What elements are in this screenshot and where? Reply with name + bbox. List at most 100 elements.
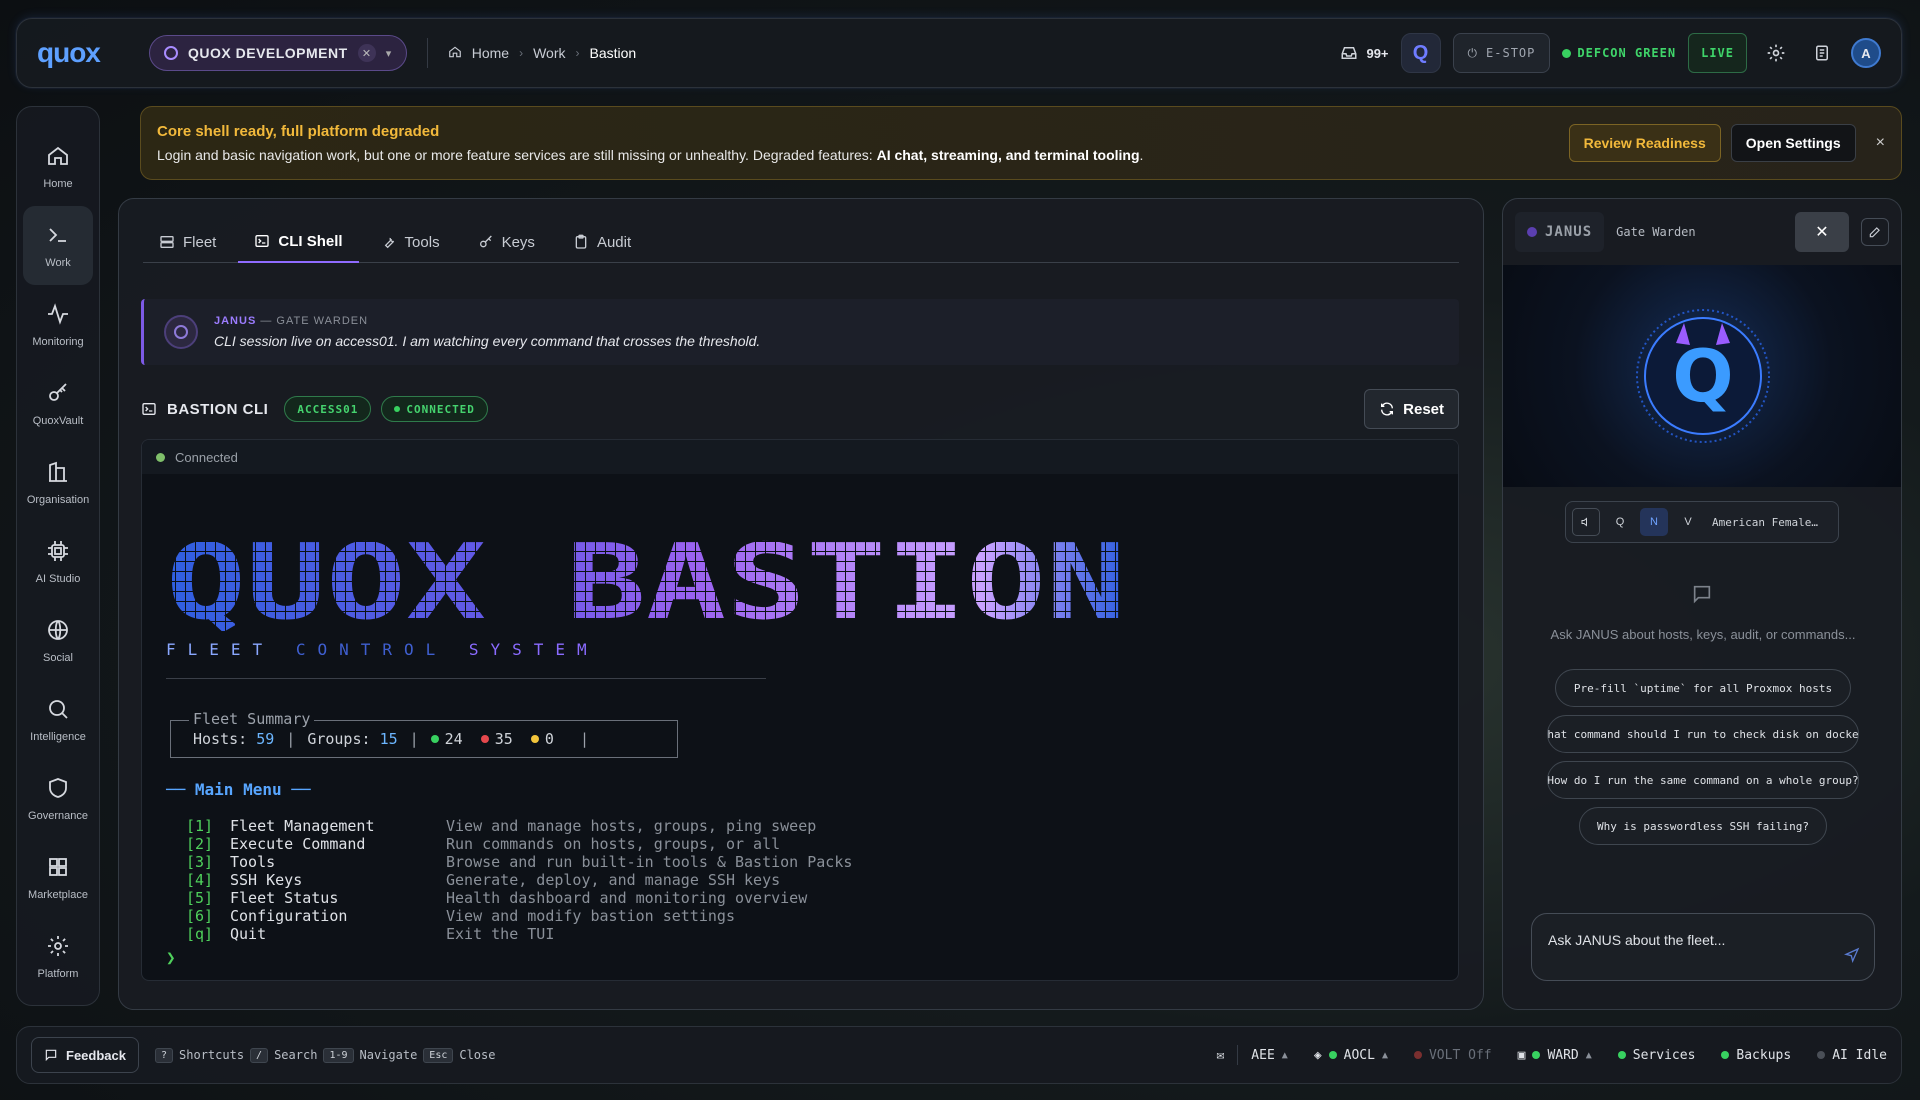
cli-header: BASTION CLI ACCESS01 CONNECTED Reset [141,389,1459,429]
project-selector[interactable]: QUOX DEVELOPMENT ✕ ▾ [149,35,407,71]
sidebar-item-social[interactable]: Social [23,601,93,680]
speaker-icon[interactable] [1572,508,1600,536]
janus-name-badge: JANUS [1515,212,1605,252]
key-icon [479,235,492,248]
janus-panel: JANUS Gate Warden ✕ Q Q N V American Fem… [1502,198,1902,1010]
sidebar-item-platform[interactable]: Platform [23,917,93,996]
voice-select[interactable]: American Female… [1712,516,1818,529]
status-badge: CONNECTED [381,396,488,422]
quox-assistant-button[interactable]: Q [1400,33,1441,73]
sidebar-item-governance[interactable]: Governance [23,759,93,838]
menu-item[interactable]: [3] Tools Browse and run built-in tools & … [186,853,852,871]
sidebar-item-home[interactable]: Home [23,127,93,206]
layers-icon: ◈ [1313,1047,1322,1063]
sidebar-item-label: QuoxVault [32,414,84,427]
sidebar-item-marketplace[interactable]: Marketplace [23,838,93,917]
feedback-button[interactable]: Feedback [31,1037,139,1073]
suggestion-chip[interactable]: Pre-fill `uptime` for all Proxmox hosts [1555,669,1851,707]
main-menu-title: ── Main Menu ── [166,780,311,799]
host-badge: ACCESS01 [284,396,372,422]
tab-cli-shell[interactable]: CLI Shell [238,221,359,263]
tab-audit[interactable]: Audit [557,221,647,263]
voice-mode-n[interactable]: N [1640,508,1668,536]
avatar[interactable]: A [1851,38,1881,68]
tab-fleet[interactable]: Fleet [143,221,232,263]
sidebar-item-quoxvault[interactable]: QuoxVault [23,364,93,443]
volt-status[interactable]: VOLT Off [1413,1048,1492,1063]
banner-title: Core shell ready, full platform degraded [157,123,440,140]
ascii-banner: QUOX BASTION [166,532,1126,632]
voice-controls: Q N V American Female… [1565,501,1839,543]
sidebar-item-work[interactable]: Work [23,206,93,285]
live-badge[interactable]: LIVE [1688,33,1747,73]
chevron-right-icon: › [519,46,524,60]
ward-status[interactable]: ▣ WARD ▲ [1518,1048,1592,1063]
gear-icon [1767,44,1785,62]
menu-item[interactable]: [6] Configuration View and modify bastion … [186,907,852,925]
bastion-panel: Fleet CLI Shell Tools Keys Audit JANUS —… [118,198,1484,1010]
estop-button[interactable]: ⏻ E-STOP [1452,33,1551,73]
backups-status[interactable]: Backups [1721,1048,1791,1063]
close-icon[interactable]: ✕ [1795,212,1849,252]
tab-label: Audit [596,233,632,251]
inbox-button[interactable]: 99+ [1340,44,1389,62]
menu-item[interactable]: [q] Quit Exit the TUI [186,925,852,943]
edit-icon[interactable] [1861,218,1889,246]
janus-chat-input[interactable]: Ask JANUS about the fleet... [1531,913,1875,981]
shield-icon [49,777,67,798]
hosts-count: 59 [256,730,275,748]
status-dot [1562,48,1572,58]
defcon-status[interactable]: DEFCON GREEN [1562,46,1676,60]
services-status[interactable]: Services [1617,1048,1695,1063]
chevron-down-icon[interactable]: ▾ [386,47,392,60]
terminal[interactable]: Connected QUOX BASTION FLEET CONTROL SYS… [141,439,1459,981]
terminal-prompt[interactable]: ❯ [166,948,176,967]
app-logo[interactable]: quox [37,37,127,69]
menu-item[interactable]: [5] Fleet Status Health dashboard and moni… [186,889,852,907]
aocl-status[interactable]: ◈ AOCL ▲ [1314,1048,1388,1063]
suggestion-chip[interactable]: How do I run the same command on a whole… [1547,761,1859,799]
ai-status[interactable]: AI Idle [1817,1048,1887,1063]
wrench-icon [384,237,394,249]
janus-message: JANUS — GATE WARDEN CLI session live on … [141,299,1459,365]
notes-button[interactable] [1805,36,1839,70]
breadcrumb-home[interactable]: Home [472,45,509,61]
open-settings-button[interactable]: Open Settings [1730,124,1856,162]
aee-status[interactable]: ✉ AEE ▲ [1216,1045,1288,1065]
janus-visual: Q [1503,265,1901,487]
ascii-banner-text: QUOX BASTION [166,532,1126,632]
voice-mode-q[interactable]: Q [1606,508,1634,536]
review-readiness-button[interactable]: Review Readiness [1568,124,1721,162]
reset-button[interactable]: Reset [1364,389,1459,429]
tab-bar: Fleet CLI Shell Tools Keys Audit [143,221,1459,263]
breadcrumb-bastion: Bastion [589,45,637,61]
building-icon [49,461,67,482]
menu-item[interactable]: [4] SSH Keys Generate, deploy, and manage … [186,871,852,889]
send-icon[interactable] [1843,947,1860,966]
janus-avatar [164,315,198,349]
inbox-count: 99+ [1366,45,1389,61]
close-icon[interactable]: × [1876,134,1885,152]
sidebar-item-label: AI Studio [35,572,81,585]
sidebar-item-label: Home [43,177,73,190]
chat-bubble-icon [1691,583,1713,610]
suggestion-chip[interactable]: What command should I run to check disk … [1547,715,1859,753]
gear-icon [48,935,68,956]
sidebar-item-intelligence[interactable]: Intelligence [23,680,93,759]
breadcrumb-work[interactable]: Work [533,45,565,61]
settings-button[interactable] [1759,36,1793,70]
sidebar-item-ai-studio[interactable]: AI Studio [23,522,93,601]
clear-project-icon[interactable]: ✕ [357,44,376,62]
chip-icon [48,540,68,561]
menu-item[interactable]: [2] Execute Command Run commands on hosts,… [186,835,852,853]
menu-item[interactable]: [1] Fleet Management View and manage hosts… [186,817,852,835]
sidebar-item-monitoring[interactable]: Monitoring [23,285,93,364]
voice-mode-v[interactable]: V [1674,508,1702,536]
tab-keys[interactable]: Keys [462,221,551,263]
tab-tools[interactable]: Tools [365,221,456,263]
home-icon [448,45,462,62]
sidebar-item-organisation[interactable]: Organisation [23,443,93,522]
suggestion-chip[interactable]: Why is passwordless SSH failing? [1579,807,1827,845]
power-icon: ⏻ [1467,45,1479,60]
banner-features: AI chat, streaming, and terminal tooling [876,147,1140,163]
